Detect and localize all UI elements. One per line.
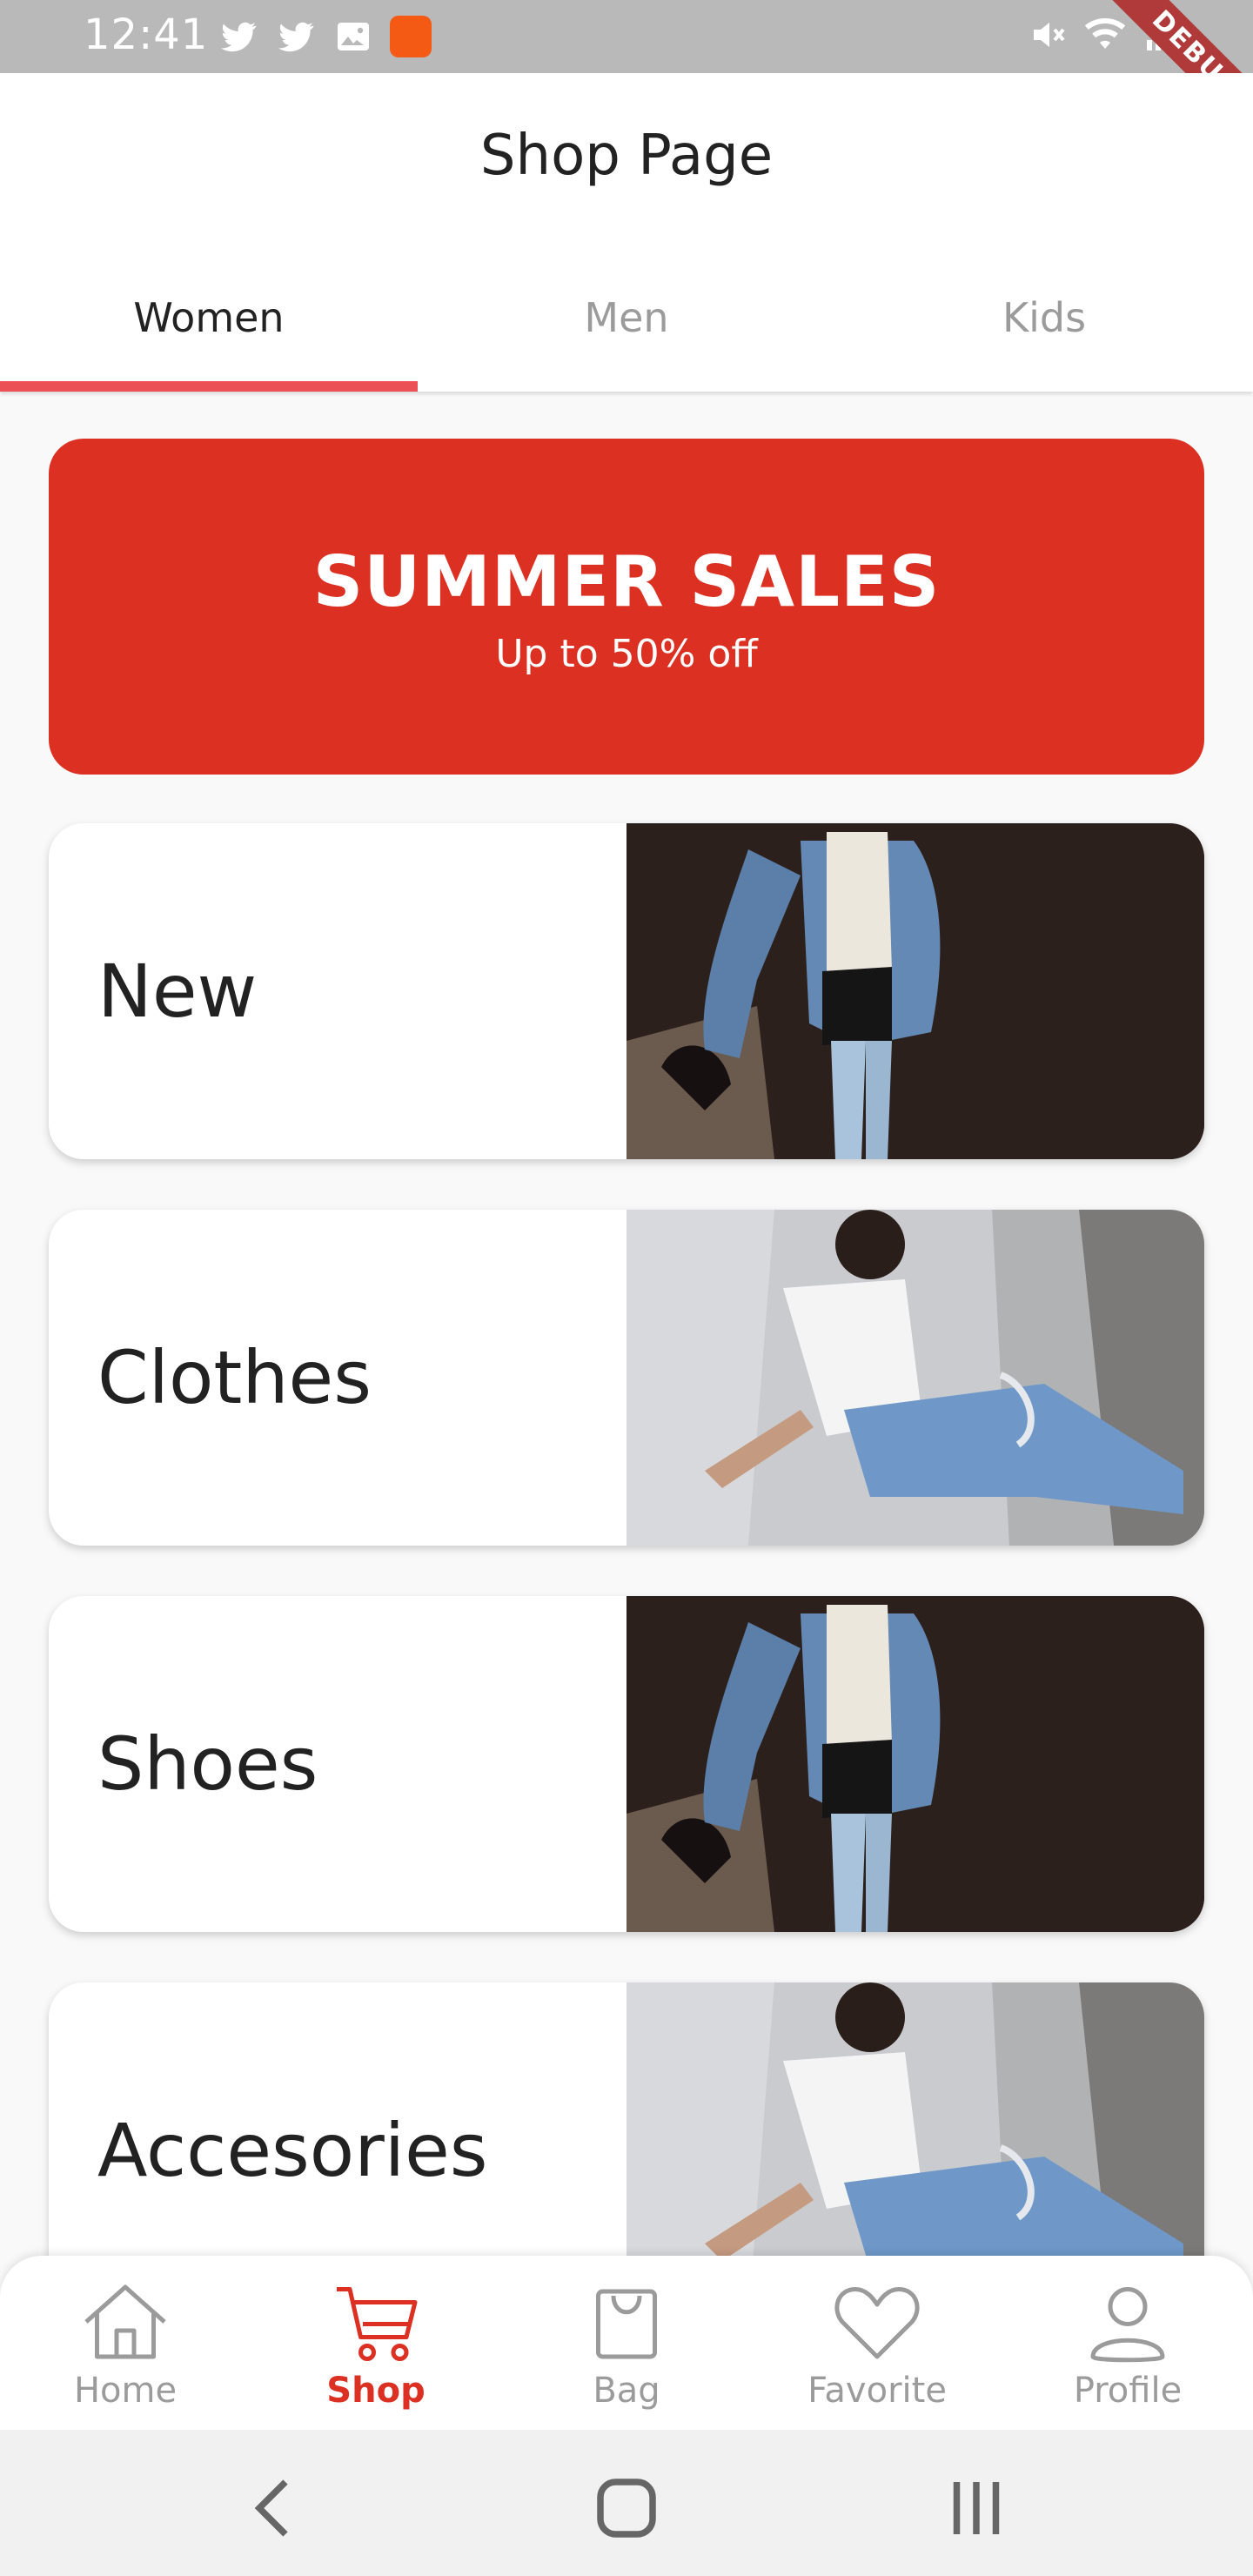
category-card-new[interactable]: New — [49, 823, 1204, 1159]
nav-label: Home — [73, 2371, 178, 2411]
notification-icons — [218, 16, 432, 57]
home-icon — [84, 2284, 166, 2359]
nav-label: Favorite — [807, 2371, 947, 2411]
status-bar: 12:41 — [0, 0, 1253, 73]
heart-icon — [834, 2287, 920, 2359]
nav-favorite[interactable]: Favorite — [752, 2278, 1002, 2426]
category-label: Shoes — [97, 1721, 318, 1807]
app-notification-icon — [390, 16, 432, 57]
nav-label: Shop — [326, 2371, 425, 2411]
tab-indicator — [0, 381, 418, 392]
category-tabs: Women Men Kids — [0, 244, 1253, 392]
promo-title: SUMMER SALES — [312, 541, 941, 622]
category-image — [626, 1596, 1204, 1932]
summer-sales-banner[interactable]: SUMMER SALES Up to 50% off — [49, 439, 1204, 775]
tab-men[interactable]: Men — [418, 244, 835, 392]
recent-apps-icon[interactable] — [933, 2465, 1020, 2552]
mute-icon — [1034, 23, 1065, 47]
wifi-icon — [1084, 18, 1126, 49]
denim-jacket-photo — [626, 1596, 1204, 1932]
twitter-icon — [278, 22, 314, 52]
promo-subtitle: Up to 50% off — [495, 632, 758, 676]
category-image — [626, 823, 1204, 1159]
nav-label: Bag — [593, 2371, 660, 2411]
category-card-shoes[interactable]: Shoes — [49, 1596, 1204, 1932]
tab-kids[interactable]: Kids — [835, 244, 1253, 392]
nav-label: Profile — [1073, 2371, 1183, 2411]
nav-home[interactable]: Home — [0, 2278, 251, 2426]
page-title: Shop Page — [479, 124, 774, 188]
sitting-woman-photo — [626, 1210, 1204, 1546]
system-navigation-bar — [0, 2430, 1253, 2576]
status-time: 12:41 — [84, 10, 209, 59]
bottom-navigation: Home Shop Bag Favorite Profile — [0, 2256, 1253, 2430]
denim-jacket-photo — [626, 823, 1204, 1159]
tab-label: Men — [584, 294, 669, 341]
category-label: Clothes — [97, 1335, 372, 1420]
bag-icon — [596, 2289, 657, 2359]
nav-shop[interactable]: Shop — [251, 2278, 501, 2426]
back-icon[interactable] — [233, 2465, 320, 2552]
image-icon — [338, 23, 369, 50]
cart-icon — [337, 2287, 418, 2361]
nav-bag[interactable]: Bag — [501, 2278, 752, 2426]
tab-label: Kids — [1002, 294, 1087, 341]
twitter-icon — [221, 22, 257, 52]
nav-profile[interactable]: Profile — [1002, 2278, 1253, 2426]
category-label: New — [97, 949, 258, 1034]
app-bar: Shop Page Women Men Kids — [0, 73, 1253, 392]
tab-women[interactable]: Women — [0, 244, 418, 392]
profile-icon — [1090, 2287, 1165, 2363]
home-button-icon[interactable] — [583, 2465, 670, 2552]
category-image — [626, 1210, 1204, 1546]
category-card-clothes[interactable]: Clothes — [49, 1210, 1204, 1546]
tab-label: Women — [133, 294, 285, 341]
